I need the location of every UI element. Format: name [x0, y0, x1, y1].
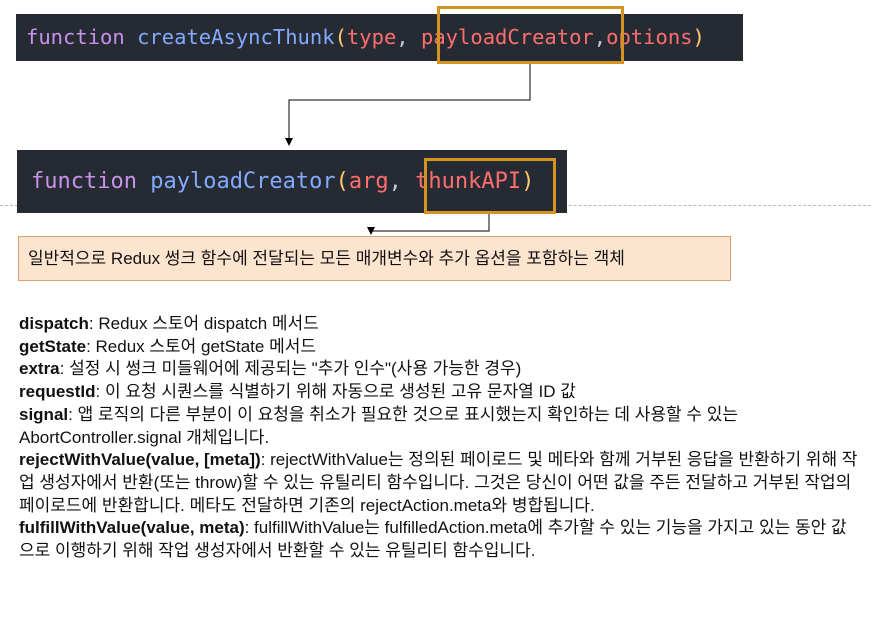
list-item-getstate: getState: Redux 스토어 getState 메서드	[19, 336, 859, 359]
list-item-signal: signal: 앱 로직의 다른 부분이 이 요청을 취소가 필요한 것으로 표…	[19, 404, 859, 449]
arrow-to-payload-creator	[285, 64, 531, 146]
term: dispatch	[19, 314, 89, 333]
thunk-api-description-list: dispatch: Redux 스토어 dispatch 메서드 getStat…	[19, 313, 859, 563]
arrow-to-note	[367, 214, 490, 235]
list-item-extra: extra: 설정 시 썽크 미들웨어에 제공되는 "추가 인수"(사용 가능한…	[19, 358, 859, 381]
description: : 이 요청 시퀀스를 식별하기 위해 자동으로 생성된 고유 문자열 ID 값	[95, 382, 576, 402]
description: : 앱 로직의 다른 부분이 이 요청을 취소가 필요한 것으로 표시했는지 확…	[19, 404, 739, 447]
term: rejectWithValue(value, [meta])	[19, 450, 261, 470]
thunk-api-note: 일반적으로 Redux 썽크 함수에 전달되는 모든 매개변수와 추가 옵션을 …	[18, 236, 731, 281]
term: requestId	[19, 382, 96, 402]
term: fulfillWithValue(value, meta)	[19, 518, 245, 538]
description: : Redux 스토어 getState 메서드	[86, 336, 317, 356]
list-item-dispatch: dispatch: Redux 스토어 dispatch 메서드	[19, 313, 859, 336]
description: : Redux 스토어 dispatch 메서드	[88, 314, 319, 333]
list-item-reject-with-value: rejectWithValue(value, [meta]): rejectWi…	[19, 449, 859, 517]
list-item-requestid: requestId: 이 요청 시퀀스를 식별하기 위해 자동으로 생성된 고유…	[19, 381, 859, 404]
description: : 설정 시 썽크 미들웨어에 제공되는 "추가 인수"(사용 가능한 경우)	[59, 359, 522, 379]
term: extra	[19, 359, 60, 379]
term: getState	[19, 336, 87, 356]
list-item-fulfill-with-value: fulfillWithValue(value, meta): fulfillWi…	[19, 517, 859, 562]
term: signal	[19, 404, 69, 424]
